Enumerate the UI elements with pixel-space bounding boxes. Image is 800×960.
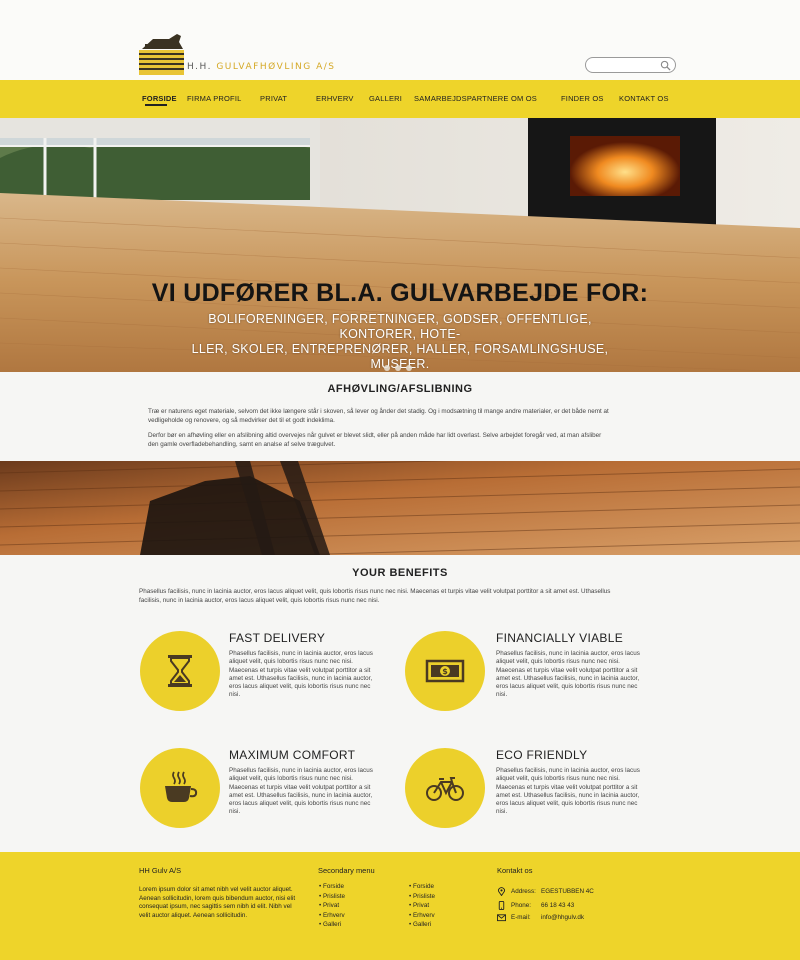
location-pin-icon	[497, 887, 506, 896]
footer-link-prisliste[interactable]: Prisliste	[409, 892, 435, 902]
banknote-icon: $	[425, 659, 465, 683]
search-icon[interactable]	[660, 60, 671, 71]
footer-contact-heading: Kontakt os	[497, 866, 533, 875]
search-input[interactable]	[585, 57, 676, 73]
benefit-text: Phasellus facilisis, nunc in lacinia auc…	[496, 767, 640, 816]
nav-item-kontakt-os[interactable]: KONTAKT OS	[619, 94, 669, 103]
logo[interactable]: H.H. GULVAFHØVLING A/S	[139, 30, 334, 75]
about-paragraph-2: Derfor bør en afhøvling eller en afslibn…	[148, 432, 602, 448]
nav-item-galleri[interactable]: GALLERI	[369, 94, 402, 103]
main-nav: FORSIDE FIRMA PROFIL PRIVAT ERHVERV GALL…	[0, 80, 800, 118]
footer-link-forside[interactable]: Forside	[409, 882, 435, 892]
slider-dot-3[interactable]	[406, 365, 412, 371]
benefit-icon-circle: $	[405, 631, 485, 711]
nav-item-samarbejdspartnere[interactable]: SAMARBEJDSPARTNERE	[414, 94, 509, 103]
slider-dot-1[interactable]	[384, 365, 390, 371]
footer-link-forside[interactable]: Forside	[319, 882, 345, 892]
benefit-icon-circle	[140, 631, 220, 711]
active-nav-indicator	[145, 104, 167, 106]
footer-link-privat[interactable]: Privat	[319, 901, 345, 911]
footer-link-galleri[interactable]: Galleri	[409, 920, 435, 930]
footer-menu-col-1: Forside Prisliste Privat Erhverv Galleri	[319, 882, 345, 930]
svg-text:$: $	[442, 667, 448, 676]
slider-dot-2[interactable]	[395, 365, 401, 371]
envelope-icon	[497, 914, 506, 922]
benefit-title: FAST DELIVERY	[229, 631, 326, 645]
sanding-photo	[0, 461, 800, 555]
phone-icon	[498, 901, 505, 910]
contact-email[interactable]: E-mail: info@hhgulv.dk	[497, 914, 647, 924]
contact-phone: Phone: 66 18 43 43	[497, 901, 647, 912]
bicycle-icon	[426, 777, 464, 801]
footer-company-text: Lorem ipsum dolor sit amet nibh vel veli…	[139, 886, 296, 919]
hero-title: VI UDFØRER BL.A. GULVARBEJDE FOR:	[151, 279, 649, 307]
contact-address: Address: EGESTUBBEN 4C	[497, 887, 647, 898]
header: H.H. GULVAFHØVLING A/S	[0, 0, 800, 80]
footer-link-erhverv[interactable]: Erhverv	[319, 911, 345, 921]
footer-link-prisliste[interactable]: Prisliste	[319, 892, 345, 902]
footer-company-heading: HH Gulv A/S	[139, 866, 182, 875]
nav-item-firma-profil[interactable]: FIRMA PROFIL	[187, 94, 242, 103]
footer-link-privat[interactable]: Privat	[409, 901, 435, 911]
nav-item-privat[interactable]: PRIVAT	[260, 94, 287, 103]
benefit-icon-circle	[405, 748, 485, 828]
footer-menu-heading: Secondary menu	[318, 866, 375, 875]
benefit-title: ECO FRIENDLY	[496, 748, 588, 762]
about-title: AFHØVLING/AFSLIBNING	[327, 383, 473, 395]
slider-dots	[384, 356, 417, 372]
nav-item-forside[interactable]: FORSIDE	[142, 94, 177, 103]
footer-link-erhverv[interactable]: Erhverv	[409, 911, 435, 921]
nav-item-erhverv[interactable]: ERHVERV	[316, 94, 354, 103]
benefit-icon-circle	[140, 748, 220, 828]
logo-plane-icon	[139, 34, 184, 75]
benefit-title: FINANCIALLY VIABLE	[496, 631, 624, 645]
benefit-text: Phasellus facilisis, nunc in lacinia auc…	[229, 767, 373, 816]
about-paragraph-1: Træ er naturens eget materiale, selvom d…	[148, 408, 609, 424]
footer-link-galleri[interactable]: Galleri	[319, 920, 345, 930]
nav-item-finder-os[interactable]: FINDER OS	[561, 94, 604, 103]
benefits-intro: Phasellus facilisis, nunc in lacinia auc…	[139, 588, 611, 604]
sanding-image	[0, 461, 800, 555]
hero-slider: VI UDFØRER BL.A. GULVARBEJDE FOR: BOLIFO…	[0, 118, 800, 372]
benefit-text: Phasellus facilisis, nunc in lacinia auc…	[229, 650, 373, 699]
nav-item-om-os[interactable]: OM OS	[511, 94, 537, 103]
benefits-title: YOUR BENEFITS	[352, 567, 448, 579]
hourglass-icon	[168, 655, 192, 687]
brand-name: H.H. GULVAFHØVLING A/S	[187, 62, 336, 72]
benefit-title: MAXIMUM COMFORT	[229, 748, 356, 762]
coffee-cup-icon	[165, 771, 198, 802]
benefit-text: Phasellus facilisis, nunc in lacinia auc…	[496, 650, 640, 699]
footer-menu-col-2: Forside Prisliste Privat Erhverv Galleri	[409, 882, 435, 930]
footer: HH Gulv A/S Lorem ipsum dolor sit amet n…	[0, 852, 800, 960]
